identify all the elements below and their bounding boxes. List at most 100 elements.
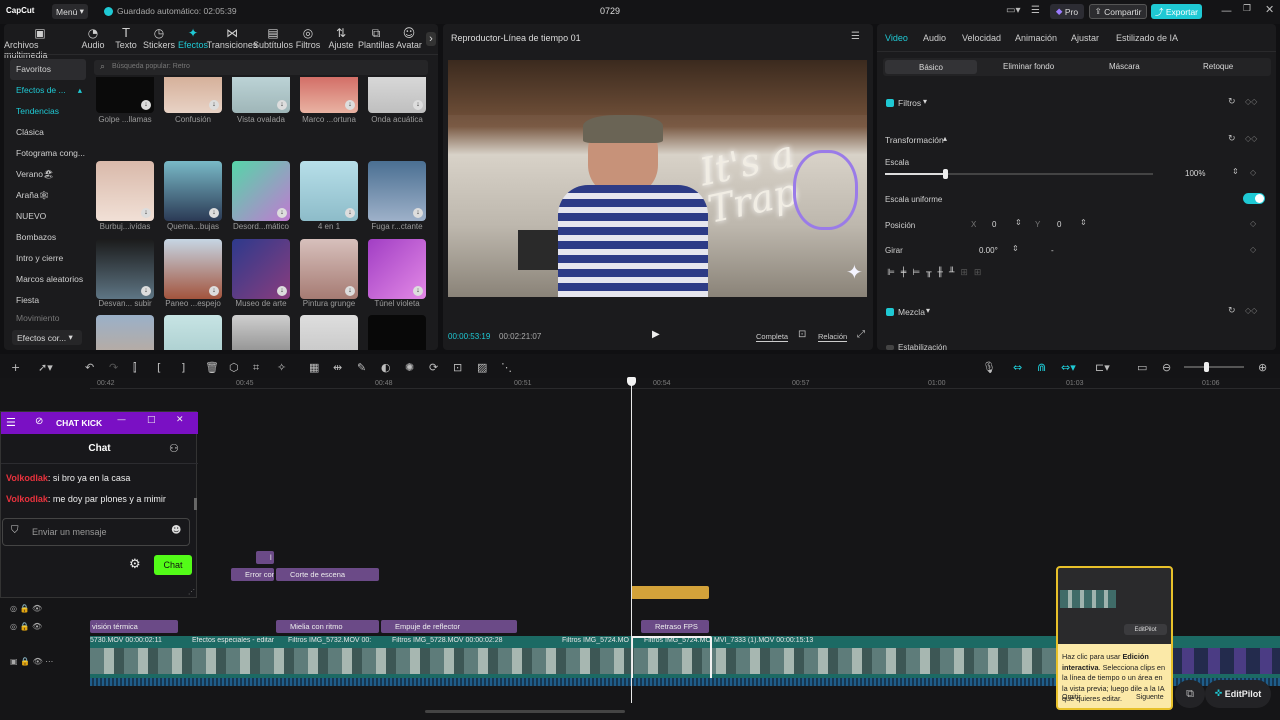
tab-ai-style[interactable]: Estilizado de IA: [1116, 33, 1178, 43]
align-right-icon[interactable]: ⊨: [912, 268, 920, 282]
rotate-value[interactable]: 0.00°: [979, 246, 998, 255]
omit-button[interactable]: Omitir: [1062, 694, 1081, 701]
align-top-icon[interactable]: ╥: [926, 268, 931, 282]
effect-thumb[interactable]: ↓: [96, 239, 154, 299]
zoom-out-icon[interactable]: ⊖: [1162, 361, 1171, 374]
share-button[interactable]: ⇪ Compartir: [1089, 4, 1147, 19]
scale-handle[interactable]: [943, 169, 948, 179]
freeze-icon[interactable]: ▦: [309, 361, 319, 374]
magnet-icon[interactable]: ⋒: [1037, 361, 1046, 374]
effect-thumb[interactable]: ↓: [96, 77, 154, 113]
redo-icon[interactable]: ↷: [109, 361, 118, 374]
keyframe-icon[interactable]: ◇◇: [1245, 306, 1257, 315]
tab-filters[interactable]: ◎ Filtros: [292, 26, 324, 52]
keyframe-icon[interactable]: ◇: [1250, 245, 1256, 254]
effect-thumb[interactable]: ↓: [232, 161, 290, 221]
sidebar-item-favoritos[interactable]: Favoritos: [10, 59, 86, 80]
delete-icon[interactable]: 🗑: [205, 361, 219, 374]
restore-icon[interactable]: ❐: [1243, 4, 1251, 14]
effect-thumb[interactable]: ↓: [368, 315, 426, 350]
export-button[interactable]: ⤴ Exportar: [1151, 4, 1202, 19]
zoom-slider[interactable]: [1184, 362, 1244, 372]
effect-chip-yellow[interactable]: [631, 586, 709, 599]
stepper-icon[interactable]: ⇕: [1080, 218, 1087, 227]
preview-axis-icon[interactable]: ⊏▾: [1095, 361, 1110, 374]
split-right-icon[interactable]: ]: [181, 361, 185, 374]
mute-icon[interactable]: ⊘: [35, 416, 43, 427]
tab-subtitles[interactable]: ▤ Subtítulos: [253, 26, 293, 52]
snapshot-icon[interactable]: ⊡: [798, 329, 806, 340]
zoom-in-icon[interactable]: ⊕: [1258, 361, 1267, 374]
stepper-icon[interactable]: ⇕: [1015, 218, 1022, 227]
effect-thumb[interactable]: ↓: [164, 77, 222, 113]
sidebar-item-arana[interactable]: Araña🕸: [10, 185, 86, 206]
sidebar-item-fiesta[interactable]: Fiesta: [10, 290, 86, 311]
chevron-down-icon[interactable]: ▾: [926, 306, 930, 315]
subtab-remove-bg[interactable]: Eliminar fondo: [1003, 62, 1054, 71]
align-left-icon[interactable]: ⊫: [887, 268, 895, 282]
pro-button[interactable]: ◆ Pro: [1050, 4, 1084, 19]
effect-thumb[interactable]: ↓: [300, 315, 358, 350]
sidebar-item-clasica[interactable]: Clásica: [10, 122, 86, 143]
keyframe-icon[interactable]: ◇◇: [1245, 134, 1257, 143]
menu-icon[interactable]: ☰: [851, 31, 860, 42]
main-track-controls[interactable]: ▣ 🔒 👁 ⋯: [10, 657, 53, 666]
sidebar-item-fotograma[interactable]: Fotograma cong...: [10, 143, 86, 164]
tab-audio-props[interactable]: Audio: [923, 33, 946, 43]
audio-wave-icon[interactable]: ⋱: [501, 361, 512, 374]
tab-video[interactable]: Video: [885, 33, 908, 43]
maximize-icon[interactable]: □: [147, 415, 156, 425]
caption-icon[interactable]: ▭: [1137, 361, 1147, 374]
magic-icon[interactable]: ✺: [405, 361, 414, 374]
tab-media[interactable]: ▣ Archivos multimedia: [4, 26, 76, 60]
fullscreen-icon[interactable]: ⤢: [857, 329, 865, 340]
stepper-icon[interactable]: ⇕: [1012, 244, 1019, 253]
image-icon[interactable]: ▨: [477, 361, 487, 374]
effect-thumb[interactable]: ↓: [96, 161, 154, 221]
chevron-down-icon[interactable]: ▾: [923, 97, 927, 106]
layout-icon[interactable]: ▭▾: [1006, 5, 1020, 16]
chat-message-input[interactable]: ⛉ Enviar un mensaje ☻: [2, 518, 190, 546]
sidebar-item-tendencias[interactable]: Tendencias: [10, 101, 86, 122]
mark-icon[interactable]: ⬡: [229, 361, 239, 374]
ai-icon[interactable]: ✧: [277, 361, 286, 374]
chat-send-button[interactable]: Chat: [154, 555, 192, 575]
sidebar-item-nuevo[interactable]: NUEVO: [10, 206, 86, 227]
effect-thumb[interactable]: ↓: [164, 239, 222, 299]
keyframe-icon[interactable]: ◇: [1250, 168, 1256, 177]
tab-templates[interactable]: ⧉ Plantillas: [358, 26, 394, 52]
tab-transitions[interactable]: ⋈ Transiciones: [207, 26, 258, 52]
tab-avatar[interactable]: ☺ Avatar: [394, 26, 424, 52]
effect-thumb[interactable]: ↓: [232, 315, 290, 350]
ratio-button[interactable]: Relación: [818, 332, 848, 342]
resize-icon[interactable]: ⊡: [453, 361, 462, 374]
effect-chip[interactable]: Mielia con ritmo: [276, 620, 379, 633]
reset-icon[interactable]: ↻: [1228, 97, 1236, 107]
track-controls[interactable]: ◎ 🔒 👁: [10, 622, 42, 631]
video-preview[interactable]: It's a Trap ✦: [448, 60, 867, 297]
menu-button[interactable]: Menú ▾: [52, 4, 88, 19]
close-icon[interactable]: ✕: [176, 415, 184, 425]
sidebar-item-efectos[interactable]: Efectos de ... ▴: [10, 80, 86, 101]
full-button[interactable]: Completa: [756, 332, 789, 342]
effect-thumb[interactable]: ↓: [164, 315, 222, 350]
microphone-icon[interactable]: 🎙: [982, 361, 996, 374]
emoji-icon[interactable]: ☻: [171, 525, 181, 536]
select-pointer-icon[interactable]: ➚▾: [38, 361, 53, 374]
effect-thumb[interactable]: ↓: [368, 161, 426, 221]
effect-thumb[interactable]: ↓: [368, 239, 426, 299]
tab-stickers[interactable]: ◷ Stickers: [142, 26, 176, 52]
reverse-icon[interactable]: ◐: [381, 361, 391, 374]
add-icon[interactable]: +: [11, 361, 20, 374]
tab-effects[interactable]: ✦ Efectos: [176, 26, 210, 52]
stabilize-checkbox[interactable]: [886, 345, 894, 350]
zoom-handle[interactable]: [1204, 362, 1209, 372]
x-value[interactable]: 0: [992, 220, 996, 229]
tab-text[interactable]: T Texto: [110, 26, 142, 52]
effect-thumb[interactable]: ↓: [300, 161, 358, 221]
editpilot-button[interactable]: ✜ EditPilot: [1205, 680, 1271, 708]
align-middle-icon[interactable]: ╫: [938, 268, 943, 282]
user-settings-icon[interactable]: ⚇: [169, 442, 179, 455]
chat-feedback-button[interactable]: ⧉: [1175, 680, 1205, 708]
sidebar-item-bombazos[interactable]: Bombazos: [10, 227, 86, 248]
